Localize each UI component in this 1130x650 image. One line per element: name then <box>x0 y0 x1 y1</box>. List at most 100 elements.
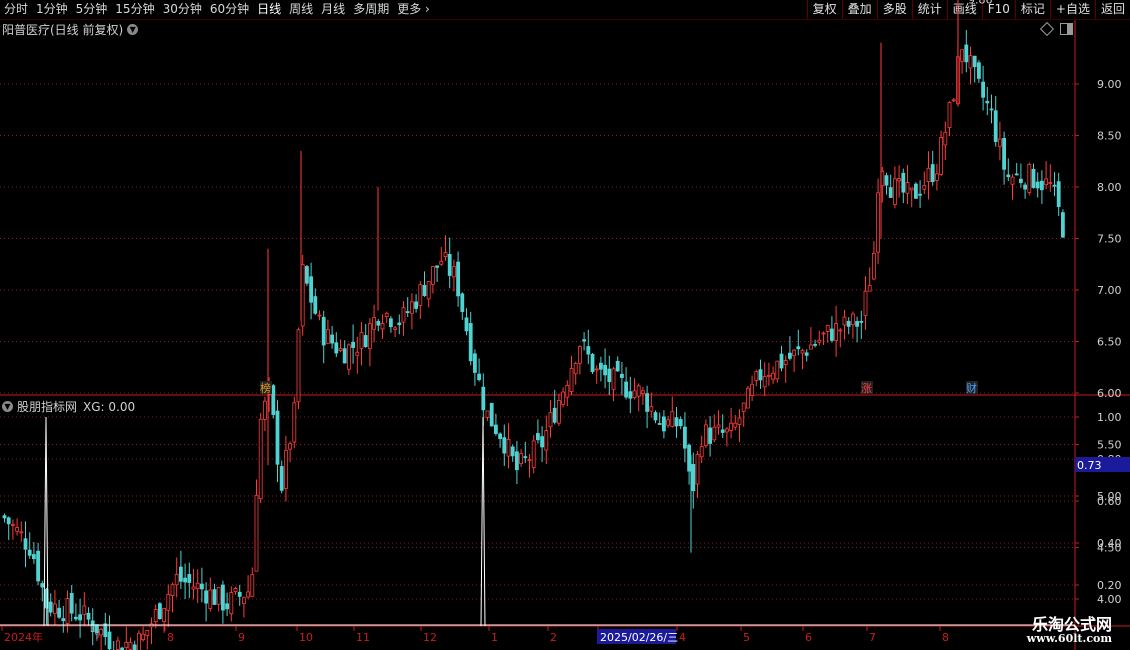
candle-body <box>695 453 700 485</box>
price-tick-label: 8.50 <box>1097 130 1122 143</box>
candle-body <box>1014 173 1019 176</box>
candle-body <box>834 323 838 341</box>
candle-body <box>430 266 435 285</box>
candle-body <box>153 609 158 623</box>
candle-body <box>363 335 368 348</box>
candle-body <box>863 290 868 316</box>
candle-body <box>641 390 645 394</box>
candle-body <box>296 329 301 403</box>
candle-body <box>1052 184 1057 187</box>
candle-body <box>166 594 171 611</box>
candle-body <box>456 261 461 297</box>
candle-body <box>279 466 284 491</box>
x-axis-label: 1 <box>491 631 498 644</box>
candle-body <box>804 352 809 356</box>
candle-body <box>342 348 347 364</box>
candle-body <box>611 368 616 390</box>
candle-body <box>464 317 469 332</box>
candle-body <box>393 327 398 330</box>
x-axis-label: 5 <box>743 631 750 644</box>
candle-body <box>548 412 553 428</box>
candle-body <box>674 417 679 427</box>
candle-body <box>800 350 805 354</box>
price-tick-label: 7.00 <box>1097 284 1122 297</box>
candle-body <box>1040 180 1044 191</box>
candle-body <box>53 603 57 615</box>
candle-body <box>922 184 927 190</box>
candle-body <box>388 318 393 328</box>
candle-body <box>569 368 574 392</box>
candle-body <box>594 368 599 371</box>
candle-body <box>162 607 167 623</box>
candle-body <box>737 417 742 426</box>
candle-body <box>573 363 578 375</box>
candle-body <box>998 138 1002 147</box>
candle-body <box>237 591 242 597</box>
candle-body <box>935 173 939 181</box>
candle-body <box>767 374 771 377</box>
candle-body <box>439 260 444 265</box>
candle-body <box>716 424 721 428</box>
candle-body <box>250 574 255 597</box>
candle-body <box>10 524 15 527</box>
kline-chart[interactable]: 9.008.508.007.507.006.506.005.505.004.50… <box>0 0 1130 650</box>
candle-body <box>422 284 427 296</box>
candle-body <box>578 346 582 364</box>
candle-body <box>972 55 977 68</box>
candle-body <box>6 517 11 525</box>
candle-body <box>493 424 498 434</box>
candle-body <box>603 364 607 376</box>
candle-body <box>128 642 133 650</box>
candle-body <box>32 554 36 560</box>
candle-body <box>136 632 141 650</box>
candle-body <box>754 371 759 381</box>
x-axis-label: 8 <box>167 631 174 644</box>
candle-body <box>191 586 196 590</box>
candle-body <box>951 99 956 102</box>
candle-body <box>540 436 544 448</box>
candle-body <box>187 574 192 583</box>
candle-body <box>561 391 565 405</box>
candle-body <box>258 418 263 500</box>
candle-body <box>729 422 733 431</box>
candle-body <box>346 344 351 370</box>
candle-body <box>897 178 901 182</box>
candle-body <box>993 110 998 142</box>
candle-body <box>195 582 200 590</box>
x-axis-label: 11 <box>356 631 370 644</box>
candle-body <box>40 583 45 588</box>
indicator-tick-label: 1.00 <box>1097 411 1122 424</box>
candle-body <box>851 313 855 326</box>
candle-body <box>262 400 267 420</box>
candle-body <box>830 328 834 341</box>
candle-body <box>809 344 813 350</box>
x-axis-label: 4 <box>679 631 686 644</box>
candle-body <box>116 640 120 650</box>
candle-body <box>409 301 414 314</box>
candle-body <box>27 549 32 556</box>
candle-body <box>678 419 683 427</box>
price-tick-label: 7.50 <box>1097 233 1122 246</box>
candle-body <box>930 164 935 183</box>
candle-body <box>309 276 314 303</box>
candle-body <box>624 381 628 398</box>
candle-body <box>1002 138 1006 170</box>
candle-body <box>796 346 801 350</box>
candle-body <box>775 360 780 380</box>
candle-body <box>645 393 649 412</box>
candle-body <box>355 351 360 356</box>
candle-body <box>515 451 519 471</box>
candle-body <box>1010 176 1015 185</box>
candle-body <box>628 391 633 399</box>
candle-body <box>758 369 763 381</box>
x-axis-label: 2024年 <box>4 630 43 644</box>
candle-body <box>65 598 70 624</box>
candle-body <box>544 430 549 451</box>
candle-body <box>367 323 372 350</box>
candle-body <box>666 419 670 426</box>
candle-body <box>531 440 536 468</box>
candle-body <box>939 137 943 175</box>
candle-body <box>233 588 238 593</box>
candle-body <box>19 531 24 534</box>
candle-body <box>964 44 969 63</box>
